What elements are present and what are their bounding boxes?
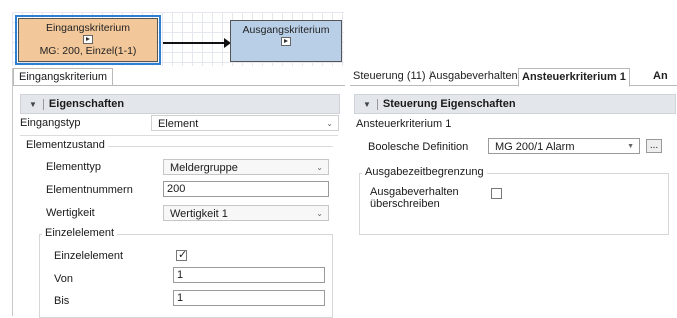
port-icon [83, 35, 93, 44]
tab-bar: Steuerung (11) Ausgabeverhalten Ansteuer… [350, 68, 677, 87]
row-divider [20, 135, 338, 136]
ausgabeverhalten-checkbox[interactable] [491, 188, 502, 199]
elementtyp-label: Elementtyp [46, 161, 102, 173]
divider-icon [42, 98, 44, 110]
ausgabeverhalten-label: Ausgabeverhalten überschreiben [370, 186, 459, 210]
port-icon [281, 37, 291, 46]
einzelelement-checkbox[interactable]: ✓ [176, 249, 188, 261]
group-title: Steuerung Eigenschaften [382, 98, 516, 110]
tab-ausgabeverhalten[interactable]: Ausgabeverhalten [426, 68, 523, 85]
tab-steuerung[interactable]: Steuerung (11) [350, 68, 431, 85]
eingangstyp-select[interactable]: Element ⌄ [151, 115, 339, 131]
diagram-canvas[interactable]: Eingangskriterium MG: 200, Einzel(1-1) A… [12, 12, 344, 66]
ausgabeverhalten-label-line1: Ausgabeverhalten [370, 186, 459, 198]
elementzustand-label: Elementzustand [26, 139, 105, 151]
bis-field[interactable]: 1 [173, 290, 325, 306]
wertigkeit-select[interactable]: Wertigkeit 1 ⌄ [163, 205, 329, 221]
chevron-down-icon: ⌄ [326, 119, 333, 128]
elementtyp-value: Meldergruppe [170, 162, 238, 174]
connector-arrow [163, 38, 231, 48]
node-title: Ausgangskriterium [242, 24, 330, 36]
ausgabeverhalten-label-line2: überschreiben [370, 198, 440, 210]
bis-label: Bis [54, 295, 70, 307]
eingangstyp-label: Eingangstyp [20, 117, 81, 129]
checkmark-icon: ✓ [178, 249, 188, 261]
einzelelement-label: Einzelelement [54, 250, 124, 262]
divider-icon [376, 98, 378, 110]
chevron-down-icon: ⌄ [316, 163, 323, 172]
elementtyp-select[interactable]: Meldergruppe ⌄ [163, 159, 329, 175]
boolesche-definition-select[interactable]: MG 200/1 Alarm ▼ [488, 138, 640, 154]
right-properties-panel: Steuerung (11) Ausgabeverhalten Ansteuer… [350, 68, 677, 316]
group-header-steuerung-eigenschaften[interactable]: ▼ Steuerung Eigenschaften [354, 94, 676, 114]
node-subtitle: MG: 200, Einzel(1-1) [39, 45, 137, 57]
left-properties-panel: Eingangskriterium ▼ Eigenschaften Eingang… [12, 68, 345, 318]
collapse-arrow-icon[interactable]: ▼ [363, 96, 371, 114]
group-header-eigenschaften[interactable]: ▼ Eigenschaften [20, 94, 340, 114]
ellipsis-button[interactable]: ... [646, 139, 662, 153]
group-title: Eigenschaften [48, 98, 125, 110]
boolesche-definition-value: MG 200/1 Alarm [495, 141, 575, 153]
section-line [108, 146, 333, 147]
tab-divider [13, 85, 345, 86]
eingangstyp-value: Element [158, 118, 199, 130]
tab-eingangskriterium[interactable]: Eingangskriterium [13, 68, 114, 86]
chevron-down-icon: ⌄ [316, 209, 323, 218]
wertigkeit-value: Wertigkeit 1 [170, 208, 228, 220]
collapse-arrow-icon[interactable]: ▼ [29, 96, 37, 114]
einzelelement-group-title: Einzelelement [42, 227, 118, 239]
ausgabezeitbegrenzung-title: Ausgabezeitbegrenzung [362, 166, 487, 178]
tab-an[interactable]: An [650, 68, 671, 85]
von-label: Von [54, 273, 73, 285]
node-title: Eingangskriterium [45, 22, 131, 34]
node-eingangskriterium[interactable]: Eingangskriterium MG: 200, Einzel(1-1) [15, 15, 161, 65]
von-field[interactable]: 1 [173, 267, 325, 283]
node-ausgangskriterium[interactable]: Ausgangskriterium [230, 20, 342, 62]
tab-ansteuerkriterium-1[interactable]: Ansteuerkriterium 1 [518, 68, 630, 87]
elementnummern-label: Elementnummern [46, 184, 133, 196]
elementnummern-field[interactable]: 200 [163, 181, 329, 197]
ansteuerkriterium-label: Ansteuerkriterium 1 [356, 118, 452, 130]
wertigkeit-label: Wertigkeit [46, 207, 95, 219]
boolesche-definition-label: Boolesche Definition [368, 141, 469, 153]
dropdown-arrow-icon: ▼ [627, 143, 634, 150]
